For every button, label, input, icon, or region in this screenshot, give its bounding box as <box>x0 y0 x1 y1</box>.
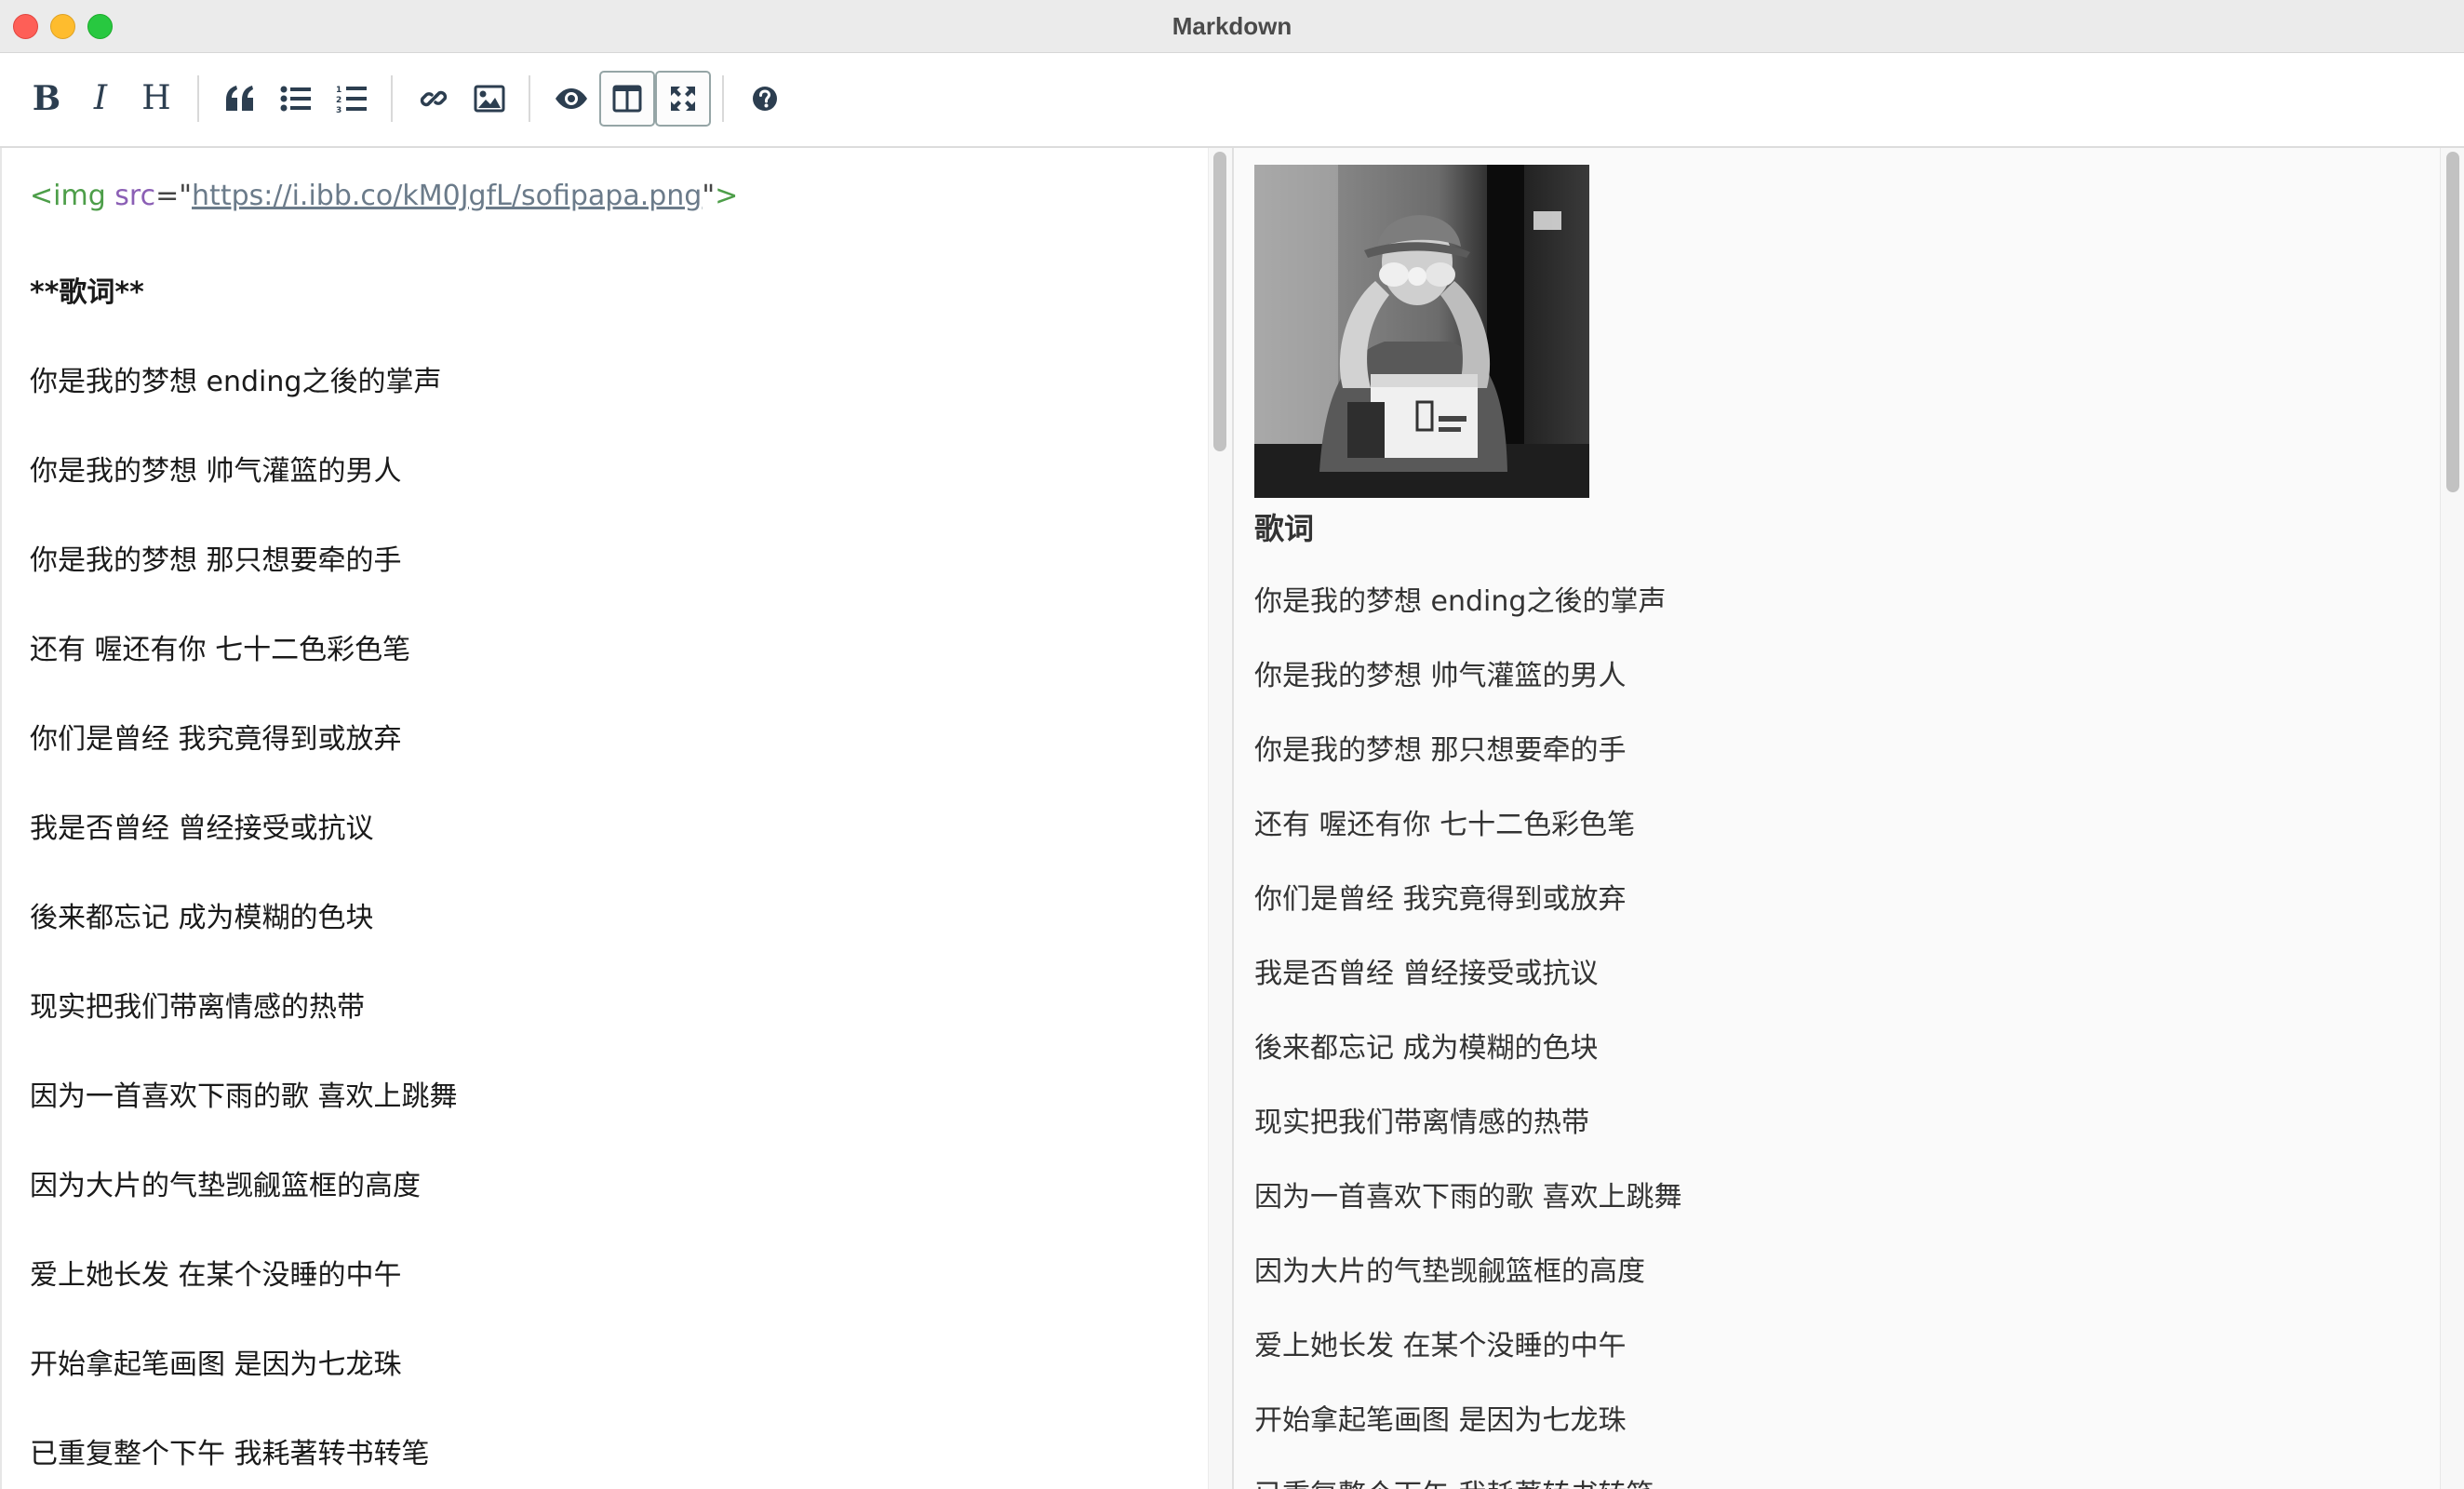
unordered-list-button[interactable] <box>268 71 324 127</box>
markdown-window: Markdown B I H 1 2 3 <img src="https://i… <box>0 0 2464 1489</box>
svg-text:2: 2 <box>336 96 341 105</box>
side-by-side-button[interactable] <box>599 71 655 127</box>
quote-icon <box>226 86 253 111</box>
preview-line: 因为一首喜欢下雨的歌 喜欢上跳舞 <box>1254 1181 1682 1214</box>
editor-line[interactable]: 已重复整个下午 我耗著转书转笔 <box>30 1430 430 1471</box>
editor-line[interactable]: 你是我的梦想 ending之後的掌声 <box>30 358 441 399</box>
editor-line[interactable]: 因为大片的气垫觊觎篮框的高度 <box>30 1162 421 1203</box>
editor-line[interactable]: 後来都忘记 成为模糊的色块 <box>30 894 374 935</box>
preview-line: 我是否曾经 曾经接受或抗议 <box>1254 958 1599 990</box>
toolbar-separator <box>391 75 393 122</box>
editor-line[interactable]: 爱上她长发 在某个没睡的中午 <box>30 1252 402 1293</box>
preview-line: 你是我的梦想 ending之後的掌声 <box>1254 585 1667 618</box>
img-tag-close: > <box>715 180 739 212</box>
fullscreen-icon <box>671 87 695 111</box>
img-url-link[interactable]: https://i.ibb.co/kM0JgfL/sofipapa.png <box>192 180 702 212</box>
editor-line[interactable]: 你是我的梦想 帅气灌篮的男人 <box>30 448 402 489</box>
window-title: Markdown <box>1172 12 1292 40</box>
editor-line[interactable]: 因为一首喜欢下雨的歌 喜欢上跳舞 <box>30 1073 458 1114</box>
preview-line: 你是我的梦想 那只想要牵的手 <box>1254 734 1627 767</box>
side-by-side-icon <box>612 85 642 113</box>
img-eq-quote: =" <box>155 180 193 212</box>
help-icon <box>753 87 777 111</box>
toolbar-separator <box>722 75 724 122</box>
editor-line[interactable]: 开始拿起笔画图 是因为七龙珠 <box>30 1341 402 1382</box>
quote-button[interactable] <box>212 71 268 127</box>
heading-button[interactable]: H <box>128 71 184 127</box>
editor-line[interactable]: 还有 喔还有你 七十二色彩色笔 <box>30 626 410 667</box>
help-button[interactable] <box>737 71 793 127</box>
preview-line: 现实把我们带离情感的热带 <box>1254 1107 1589 1139</box>
italic-icon: I <box>93 79 108 117</box>
bold-button[interactable]: B <box>19 71 74 127</box>
editor-toolbar: B I H 1 2 3 <box>0 53 2464 148</box>
img-tag-open: <img <box>30 180 106 212</box>
editor-line[interactable]: 你是我的梦想 那只想要牵的手 <box>30 537 402 578</box>
preview-line: 已重复整个下午 我耗著转书转笔 <box>1254 1471 1654 1489</box>
editor-line[interactable]: 我是否曾经 曾经接受或抗议 <box>30 805 374 846</box>
preview-scrollbar-thumb[interactable] <box>2446 152 2459 492</box>
preview-line: 你们是曾经 我究竟得到或放弃 <box>1254 883 1627 916</box>
preview-line: 你是我的梦想 帅气灌篮的男人 <box>1254 660 1627 692</box>
preview-photo <box>1254 165 1589 498</box>
img-close-quote: " <box>702 180 716 212</box>
preview-line: 爱上她长发 在某个没睡的中午 <box>1254 1330 1627 1362</box>
link-button[interactable] <box>406 71 462 127</box>
image-button[interactable] <box>462 71 517 127</box>
toolbar-separator <box>197 75 199 122</box>
editor-scrollbar-thumb[interactable] <box>1213 152 1226 451</box>
preview-line: 开始拿起笔画图 是因为七龙珠 <box>1254 1404 1627 1437</box>
markdown-editor[interactable]: <img src="https://i.ibb.co/kM0JgfL/sofip… <box>0 148 1234 1489</box>
italic-button[interactable]: I <box>73 71 128 127</box>
fullscreen-button[interactable] <box>655 71 711 127</box>
link-icon <box>420 90 448 107</box>
preview-heading: 歌词 <box>1254 511 1315 546</box>
svg-text:3: 3 <box>336 106 341 114</box>
editor-line[interactable]: 你们是曾经 我究竟得到或放弃 <box>30 716 402 757</box>
markdown-preview: 歌词 你是我的梦想 ending之後的掌声 你是我的梦想 帅气灌篮的男人 你是我… <box>1232 148 2464 1489</box>
title-bar: Markdown <box>0 0 2464 53</box>
svg-text:1: 1 <box>336 86 341 95</box>
toolbar-separator <box>529 75 530 122</box>
heading-icon: H <box>141 79 171 117</box>
preview-eye-icon <box>556 88 587 109</box>
preview-line: 因为大片的气垫觊觎篮框的高度 <box>1254 1255 1645 1288</box>
ordered-list-icon: 1 2 3 <box>336 86 367 114</box>
img-src-attr: src <box>114 180 156 212</box>
unordered-list-icon <box>280 86 311 112</box>
ordered-list-button[interactable]: 1 2 3 <box>324 71 380 127</box>
person-photo-image <box>1254 165 1589 498</box>
image-icon <box>474 85 505 113</box>
preview-line: 後来都忘记 成为模糊的色块 <box>1254 1032 1599 1065</box>
preview-button[interactable] <box>543 71 599 127</box>
bold-icon: B <box>32 79 61 118</box>
editor-line[interactable]: 现实把我们带离情感的热带 <box>30 984 365 1025</box>
preview-line: 还有 喔还有你 七十二色彩色笔 <box>1254 809 1636 841</box>
editor-line-img[interactable]: <img src="https://i.ibb.co/kM0JgfL/sofip… <box>30 180 738 212</box>
editor-line-bold[interactable]: **歌词** <box>30 269 144 310</box>
